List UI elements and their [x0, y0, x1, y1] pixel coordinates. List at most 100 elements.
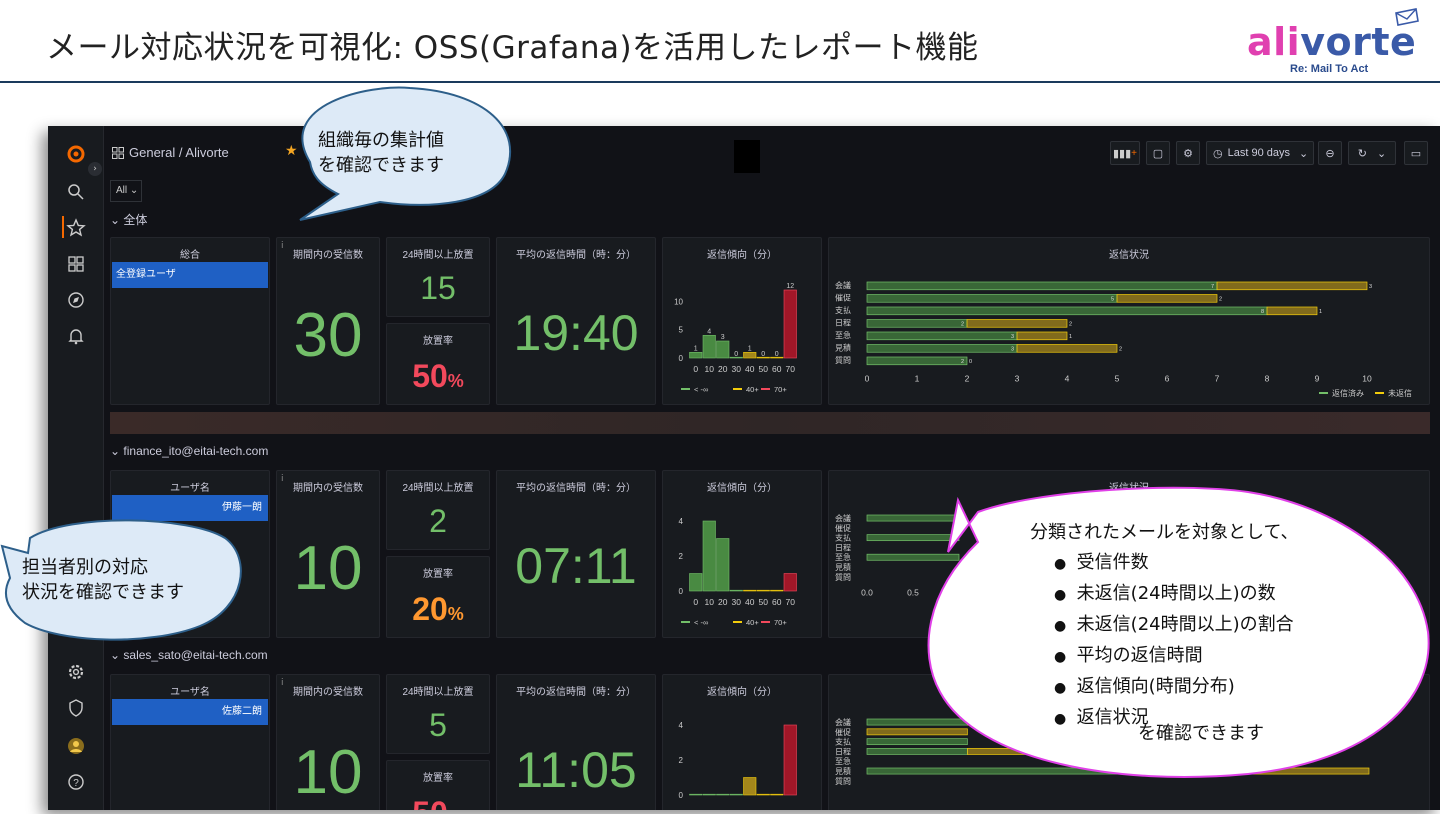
y-tick-label: 0: [679, 354, 684, 363]
bar-value-label: 0: [775, 351, 779, 358]
bar-value-label: 12: [786, 283, 794, 290]
x-tick-label: 20: [718, 364, 728, 374]
tv-mode-button[interactable]: ▭: [1404, 141, 1428, 165]
bar-value-label: 1: [748, 345, 752, 352]
refresh-button[interactable]: ↻ ⌄: [1348, 141, 1396, 165]
trend-bar: [716, 793, 730, 796]
x-tick-label: 8: [1265, 374, 1270, 384]
feature-item: ● 未返信(24時間以上)の数: [1054, 583, 1276, 604]
panel-title: ユーザ名: [170, 687, 210, 698]
section-header[interactable]: ⌄ finance_ito@eitai-tech.com: [110, 444, 268, 458]
shield-icon[interactable]: [66, 698, 86, 718]
overdue-panel: 24時間以上放置 2: [386, 470, 490, 550]
chevron-down-icon: ⌄: [110, 648, 124, 662]
panel-title: 24時間以上放置: [402, 483, 474, 494]
status-bar-unreplied: [1266, 306, 1318, 316]
trend-bar: [743, 777, 757, 796]
trend-bar: [689, 352, 703, 359]
received-count-panel: i 期間内の受信数 10: [276, 674, 380, 810]
bar-value-label: 3: [721, 334, 725, 341]
alert-bell-icon[interactable]: [66, 326, 86, 346]
reply-trend-chart: 0240 10 20 30 40 50 60 70< -∞ 40+ 70+: [679, 517, 797, 627]
received-count-value: 10: [293, 534, 363, 603]
feature-item: ● 返信傾向(時間分布): [1054, 676, 1235, 697]
trend-bar: [702, 335, 716, 359]
overdue-panel: 24時間以上放置 5: [386, 674, 490, 754]
category-label: 催促: [835, 293, 851, 303]
status-bar-replied: [866, 319, 968, 328]
category-label: 催促: [835, 523, 851, 533]
bar-value-label: 1: [694, 345, 698, 352]
bar-value-label: 2: [1119, 347, 1122, 353]
sidebar: › ?: [48, 126, 104, 810]
section-header[interactable]: ⌄ sales_sato@eitai-tech.com: [110, 648, 268, 662]
y-tick-label: 5: [679, 326, 684, 335]
dashboard-grid-icon: [112, 147, 124, 159]
trend-bar: [783, 289, 797, 359]
user-list-selected[interactable]: 佐藤二朗: [112, 699, 268, 725]
x-tick-label: 40: [745, 597, 755, 607]
settings-button[interactable]: ⚙: [1176, 141, 1200, 165]
breadcrumb-dashboard[interactable]: Alivorte: [185, 145, 228, 160]
overdue-rate-value: 50%: [412, 358, 464, 394]
section-header[interactable]: ⌄ 全体: [110, 211, 147, 228]
add-panel-button[interactable]: ▮▮▮ +: [1110, 141, 1140, 165]
trend-bar: [743, 352, 757, 359]
breadcrumb-general[interactable]: General: [129, 145, 175, 160]
category-label: 質問: [835, 572, 851, 582]
status-bar-unreplied: [1016, 344, 1118, 353]
received-count-panel: i 期間内の受信数 10: [276, 470, 380, 638]
category-label: 質問: [835, 776, 851, 786]
explore-icon[interactable]: [66, 290, 86, 310]
bar-value-label: 1: [1319, 309, 1322, 315]
bar-value-label: 2: [961, 322, 964, 328]
category-label: 会議: [835, 513, 851, 523]
y-tick-label: 0: [679, 587, 684, 596]
received-count-panel: i 期間内の受信数 30: [276, 237, 380, 405]
x-tick-label: 9: [1315, 374, 1320, 384]
grafana-logo-icon[interactable]: [66, 144, 86, 164]
features-callout-outro: を確認できます: [1138, 723, 1264, 744]
features-callout-list: ● 受信件数 ● 未返信(24時間以上)の数 ● 未返信(24時間以上)の割合 ● 平…: [1054, 548, 1294, 734]
x-tick-label: 2: [965, 374, 970, 384]
feature-item: ● 受信件数: [1054, 552, 1149, 573]
x-tick-label: 4: [1065, 374, 1070, 384]
category-label: 会議: [835, 280, 851, 290]
bar-value-label: 3: [1369, 284, 1372, 290]
x-tick-label: 10: [705, 597, 715, 607]
x-tick-label: 30: [732, 597, 742, 607]
gear-icon[interactable]: [66, 662, 86, 682]
panel-title: 24時間以上放置: [402, 687, 474, 698]
variable-dropdown[interactable]: All ⌄: [110, 180, 142, 202]
x-tick-label: 70: [786, 597, 796, 607]
x-tick-label: 20: [718, 597, 728, 607]
search-icon[interactable]: [66, 182, 86, 202]
x-tick-label: 6: [1165, 374, 1170, 384]
status-bar-replied: [866, 294, 1118, 303]
avatar[interactable]: [66, 736, 86, 756]
time-range-picker[interactable]: ◷ Last 90 days ⌄: [1206, 141, 1314, 165]
trend-bar: [783, 573, 797, 592]
legend-label: 返信済み: [1332, 388, 1364, 398]
panel-title: 期間内の受信数: [293, 250, 363, 261]
star-icon[interactable]: [66, 218, 86, 238]
user-list-selected[interactable]: 全登録ユーザ: [112, 262, 268, 288]
category-label: 催促: [835, 727, 851, 737]
category-label: 見積: [835, 766, 851, 776]
category-label: 見積: [835, 343, 851, 353]
panel-title: 平均の返信時間（時：分）: [516, 483, 636, 494]
x-tick-label: 10: [705, 364, 715, 374]
x-tick-label: 3: [1015, 374, 1020, 384]
expand-sidebar-icon[interactable]: ›: [88, 162, 102, 176]
dashboards-icon[interactable]: [66, 254, 86, 274]
org-callout-text: 組織毎の集計値 を確認できます: [318, 130, 444, 176]
panel-title: 24時間以上放置: [402, 250, 474, 261]
overdue-value: 5: [429, 707, 447, 743]
panel-title: 期間内の受信数: [293, 483, 363, 494]
trend-bar: [770, 793, 784, 796]
x-tick-label: 1: [915, 374, 920, 384]
save-button[interactable]: ▢: [1146, 141, 1170, 165]
zoom-out-button[interactable]: ⊖: [1318, 141, 1342, 165]
chevron-down-icon: ⌄: [1377, 147, 1387, 160]
help-icon[interactable]: ?: [66, 772, 86, 792]
